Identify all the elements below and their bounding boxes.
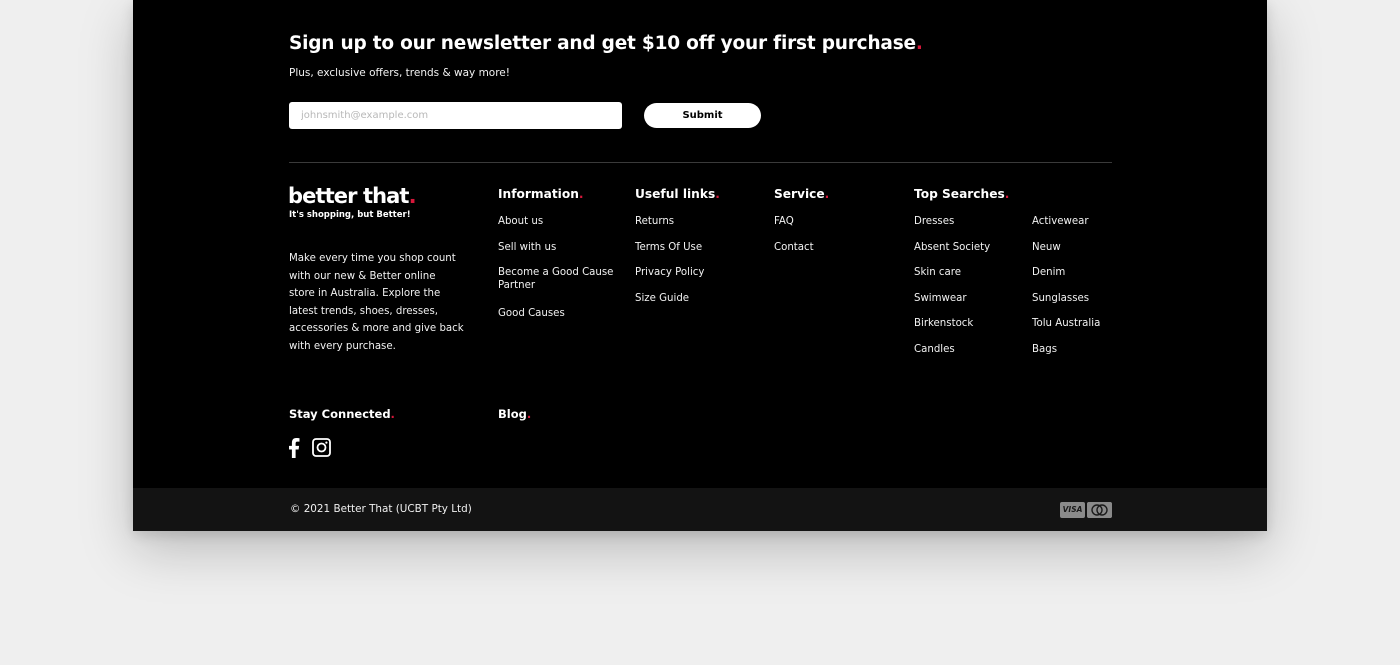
top-searches-heading: Top Searches. bbox=[914, 187, 1010, 201]
list-item[interactable]: Skin care bbox=[914, 266, 990, 292]
stay-connected-heading: Stay Connected. bbox=[289, 407, 395, 421]
link-faq[interactable]: FAQ bbox=[774, 216, 794, 227]
search-link[interactable]: Tolu Australia bbox=[1032, 318, 1100, 329]
search-link[interactable]: Activewear bbox=[1032, 216, 1089, 227]
logo-dot: . bbox=[408, 184, 417, 208]
blog-link[interactable]: Blog. bbox=[498, 407, 531, 421]
copyright-text: © 2021 Better That (UCBT Pty Ltd) bbox=[290, 503, 472, 515]
brand-tagline: It's shopping, but Better! bbox=[289, 210, 411, 220]
bottom-bar: © 2021 Better That (UCBT Pty Ltd) VISA bbox=[133, 488, 1267, 531]
list-item[interactable]: Become a Good Cause Partner bbox=[498, 266, 618, 307]
link-size-guide[interactable]: Size Guide bbox=[635, 293, 689, 304]
footer-frame: Sign up to our newsletter and get $10 of… bbox=[133, 0, 1267, 531]
list-item[interactable]: Size Guide bbox=[635, 292, 704, 318]
divider bbox=[289, 162, 1112, 163]
search-link[interactable]: Birkenstock bbox=[914, 318, 973, 329]
top-searches-right: Activewear Neuw Denim Sunglasses Tolu Au… bbox=[1032, 215, 1100, 368]
search-link[interactable]: Bags bbox=[1032, 344, 1057, 355]
search-link[interactable]: Swimwear bbox=[914, 293, 967, 304]
search-link[interactable]: Dresses bbox=[914, 216, 954, 227]
email-input[interactable] bbox=[289, 102, 622, 129]
list-item[interactable]: Terms Of Use bbox=[635, 241, 704, 267]
list-item[interactable]: Privacy Policy bbox=[635, 266, 704, 292]
list-item[interactable]: Absent Society bbox=[914, 241, 990, 267]
link-about-us[interactable]: About us bbox=[498, 216, 543, 227]
list-item[interactable]: About us bbox=[498, 215, 618, 241]
list-item[interactable]: Good Causes bbox=[498, 307, 618, 333]
list-item[interactable]: Sell with us bbox=[498, 241, 618, 267]
service-links: FAQ Contact bbox=[774, 215, 814, 266]
list-item[interactable]: Dresses bbox=[914, 215, 990, 241]
list-item[interactable]: Bags bbox=[1032, 343, 1100, 369]
link-good-causes[interactable]: Good Causes bbox=[498, 308, 565, 319]
link-contact[interactable]: Contact bbox=[774, 242, 814, 253]
list-item[interactable]: Swimwear bbox=[914, 292, 990, 318]
list-item[interactable]: Activewear bbox=[1032, 215, 1100, 241]
search-link[interactable]: Sunglasses bbox=[1032, 293, 1089, 304]
list-item[interactable]: Returns bbox=[635, 215, 704, 241]
link-returns[interactable]: Returns bbox=[635, 216, 674, 227]
visa-icon: VISA bbox=[1060, 502, 1085, 518]
search-link[interactable]: Denim bbox=[1032, 267, 1065, 278]
list-item[interactable]: Denim bbox=[1032, 266, 1100, 292]
newsletter-subtitle: Plus, exclusive offers, trends & way mor… bbox=[289, 67, 510, 79]
link-good-cause-partner[interactable]: Become a Good Cause Partner bbox=[498, 267, 613, 291]
list-item[interactable]: Neuw bbox=[1032, 241, 1100, 267]
list-item[interactable]: FAQ bbox=[774, 215, 814, 241]
link-sell-with-us[interactable]: Sell with us bbox=[498, 242, 556, 253]
search-link[interactable]: Candles bbox=[914, 344, 955, 355]
link-terms-of-use[interactable]: Terms Of Use bbox=[635, 242, 702, 253]
facebook-icon[interactable] bbox=[288, 438, 302, 458]
newsletter-title: Sign up to our newsletter and get $10 of… bbox=[289, 33, 923, 54]
list-item[interactable]: Contact bbox=[774, 241, 814, 267]
accent-dot: . bbox=[915, 33, 923, 54]
search-link[interactable]: Skin care bbox=[914, 267, 961, 278]
information-links: About us Sell with us Become a Good Caus… bbox=[498, 215, 618, 332]
list-item[interactable]: Birkenstock bbox=[914, 317, 990, 343]
service-heading: Service. bbox=[774, 187, 830, 201]
useful-links-heading: Useful links. bbox=[635, 187, 720, 201]
search-link[interactable]: Absent Society bbox=[914, 242, 990, 253]
list-item[interactable]: Tolu Australia bbox=[1032, 317, 1100, 343]
mastercard-icon bbox=[1087, 502, 1112, 518]
brand-description: Make every time you shop count with our … bbox=[289, 253, 464, 352]
top-searches-left: Dresses Absent Society Skin care Swimwea… bbox=[914, 215, 990, 368]
useful-links-list: Returns Terms Of Use Privacy Policy Size… bbox=[635, 215, 704, 317]
instagram-icon[interactable] bbox=[312, 438, 331, 457]
link-privacy-policy[interactable]: Privacy Policy bbox=[635, 267, 704, 278]
information-heading: Information. bbox=[498, 187, 584, 201]
search-link[interactable]: Neuw bbox=[1032, 242, 1061, 253]
list-item[interactable]: Candles bbox=[914, 343, 990, 369]
brand-logo[interactable]: better that. bbox=[288, 184, 417, 208]
submit-button[interactable]: Submit bbox=[644, 103, 761, 128]
list-item[interactable]: Sunglasses bbox=[1032, 292, 1100, 318]
